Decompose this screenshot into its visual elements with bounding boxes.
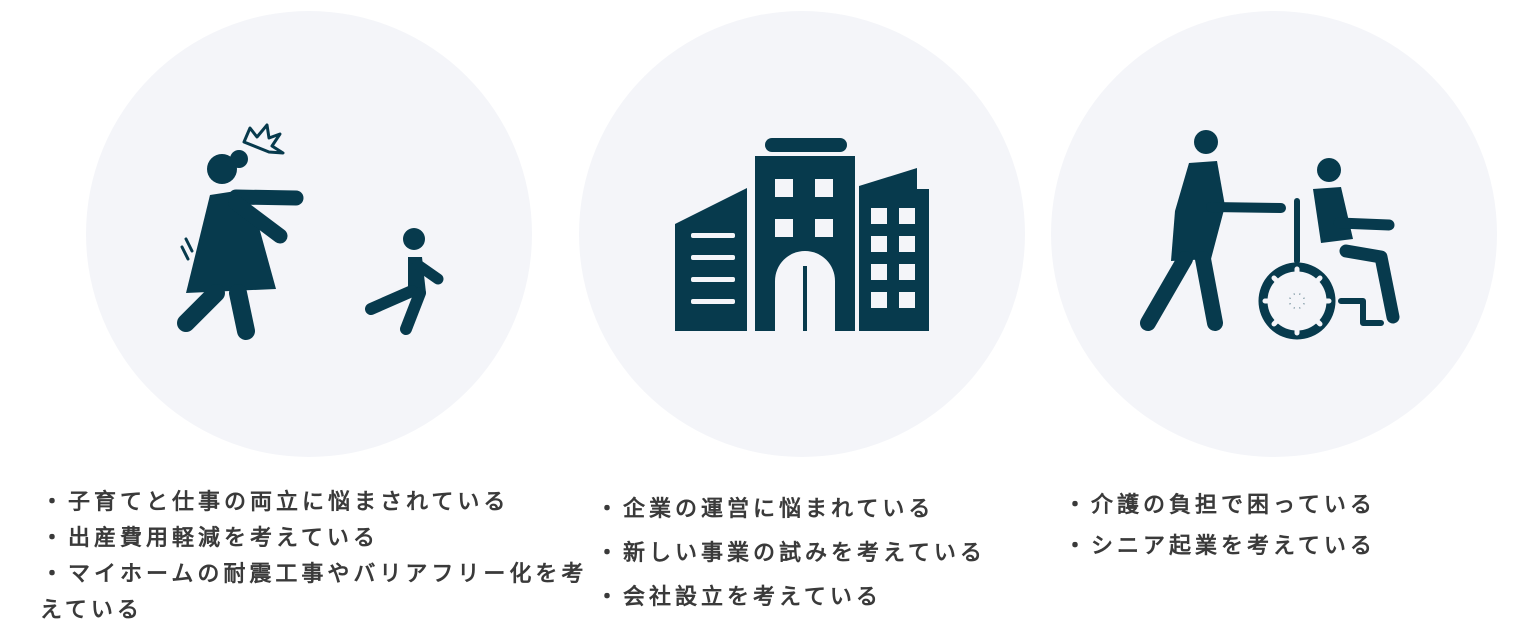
list-item-text: シニア起業を考えている xyxy=(1091,534,1376,559)
list-item-text: 出産費用軽減を考えている xyxy=(68,526,379,551)
list-item-text: 介護の負担で困っている xyxy=(1091,493,1376,518)
card-list-business: ・企業の運営に悩まれている ・新しい事業の試みを考えている ・会社設立を考えてい… xyxy=(595,488,1035,620)
list-item: ・介護の負担で困っている xyxy=(1063,485,1503,526)
bullet-dot: ・ xyxy=(1063,534,1090,559)
list-item: ・出産費用軽減を考えている xyxy=(40,521,600,557)
bullet-dot: ・ xyxy=(40,526,67,551)
list-item: ・子育てと仕事の両立に悩まされている xyxy=(40,485,600,521)
caregiver-wheelchair-icon xyxy=(1140,130,1400,340)
bullet-dot: ・ xyxy=(595,541,622,566)
list-item: ・企業の運営に悩まれている xyxy=(595,488,1035,532)
list-item: ・シニア起業を考えている xyxy=(1063,526,1503,567)
list-item: ・新しい事業の試みを考えている xyxy=(595,532,1035,576)
bullet-dot: ・ xyxy=(595,585,622,610)
card-list-parenting: ・子育てと仕事の両立に悩まされている ・出産費用軽減を考えている ・マイホームの… xyxy=(40,485,600,629)
bullet-dot: ・ xyxy=(595,497,622,522)
parent-chasing-child-icon xyxy=(177,123,444,340)
bullet-dot: ・ xyxy=(40,490,67,515)
card-circle-parenting xyxy=(86,11,532,457)
bullet-dot: ・ xyxy=(1063,493,1090,518)
bullet-dot: ・ xyxy=(40,562,67,587)
card-circle-nursing-care xyxy=(1051,11,1497,457)
office-buildings-icon xyxy=(675,138,929,331)
list-item: ・マイホームの耐震工事やバリアフリー化を考えている xyxy=(40,557,600,629)
list-item: ・会社設立を考えている xyxy=(595,576,1035,620)
list-item-text: 企業の運営に悩まれている xyxy=(623,497,935,522)
card-circle-business xyxy=(579,11,1025,457)
list-item-text: 新しい事業の試みを考えている xyxy=(623,541,986,566)
list-item-text: 子育てと仕事の両立に悩まされている xyxy=(68,490,510,515)
list-item-text: 会社設立を考えている xyxy=(623,585,882,610)
list-item-text: マイホームの耐震工事やバリアフリー化を考えている xyxy=(40,562,588,623)
card-list-nursing-care: ・介護の負担で困っている ・シニア起業を考えている xyxy=(1063,485,1503,567)
